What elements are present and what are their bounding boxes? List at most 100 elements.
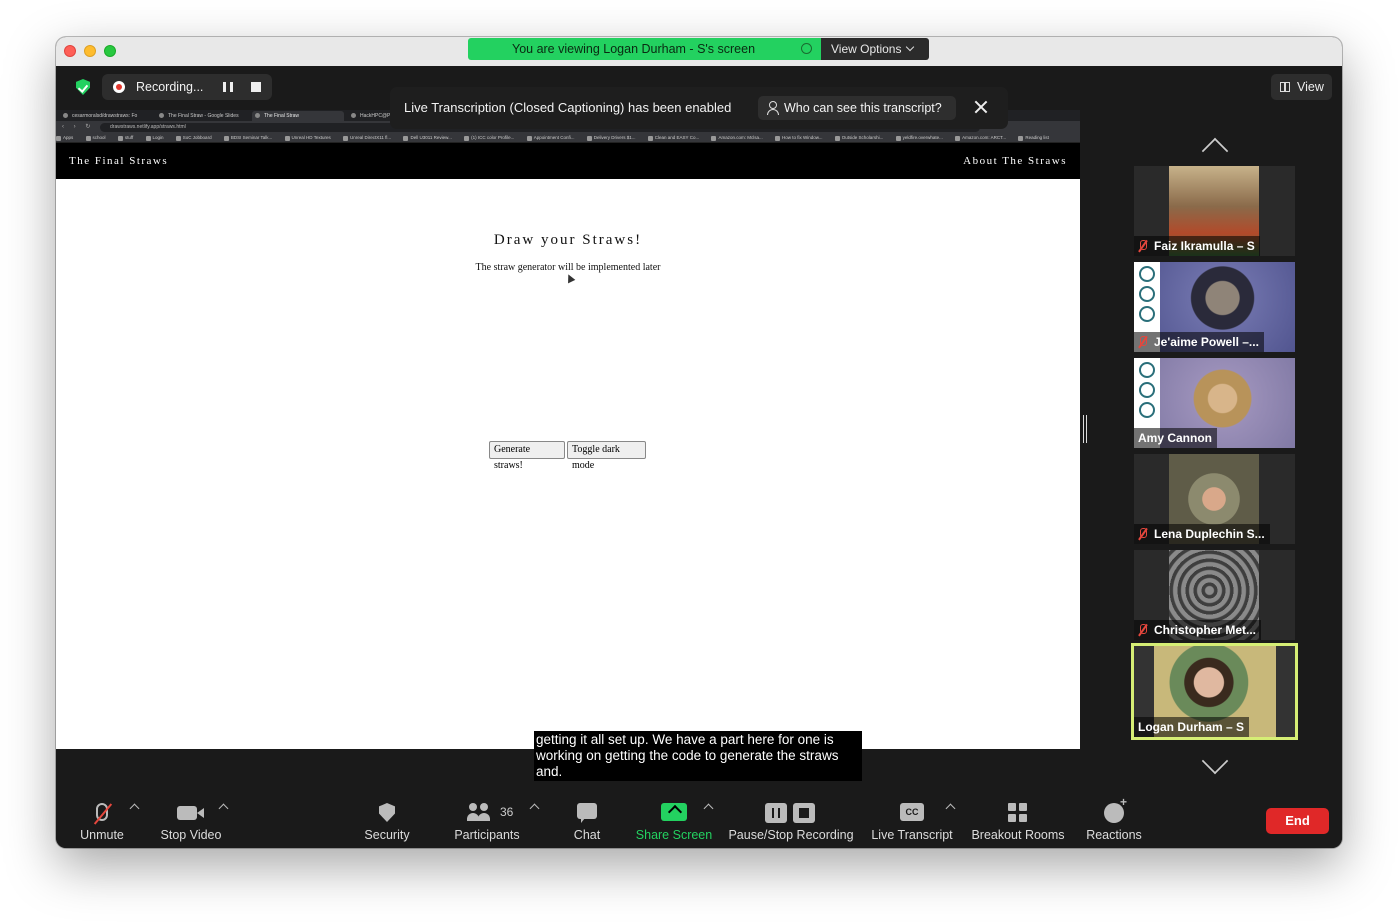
recording-label: Recording...: [136, 80, 204, 94]
participant-name-bar: Faiz Ikramulla – S: [1134, 236, 1260, 256]
reactions-button[interactable]: Reactions: [1083, 795, 1145, 848]
security-label: Security: [364, 828, 410, 842]
bookmark-item: Dell U3011 Review...: [403, 133, 452, 142]
browser-tab: cesarmoralsd/drawstraws: Fo: [60, 111, 152, 121]
generate-straws-button: Generate straws!: [489, 441, 565, 471]
participant-name-bar: Christopher Met...: [1134, 620, 1262, 640]
view-options-button[interactable]: View Options: [821, 38, 929, 60]
muted-mic-icon: [1138, 240, 1147, 252]
unmute-label: Unmute: [80, 828, 124, 842]
close-icon[interactable]: [972, 98, 990, 116]
bookmark-item: SoC Jobboard: [175, 133, 212, 142]
audio-options-caret-icon[interactable]: [129, 803, 140, 814]
bookmark-item: How to fix Window...: [775, 133, 823, 142]
participant-tile[interactable]: Je'aime Powell –...: [1134, 262, 1295, 352]
reactions-smiley-icon: [1104, 795, 1127, 823]
live-caption: getting it all set up. We have a part he…: [534, 731, 862, 781]
encryption-shield-icon[interactable]: [76, 79, 90, 95]
participants-caret-icon[interactable]: [529, 803, 540, 814]
security-shield-icon: [379, 803, 395, 822]
bookmark-item: Amazon.com: Mclsa...: [711, 133, 763, 142]
share-screen-arrow-icon: [661, 803, 687, 821]
share-screen-label: Share Screen: [635, 828, 713, 842]
muted-mic-icon: [1138, 336, 1147, 348]
participant-tile-active-speaker[interactable]: Logan Durham – S: [1131, 643, 1298, 740]
bookmark-item: Unreal DirectX11 fl...: [343, 133, 391, 142]
participant-tile[interactable]: Faiz Ikramulla – S: [1134, 166, 1295, 256]
bookmark-item: BDSI Seminar Talk...: [223, 133, 272, 142]
stop-recording-icon[interactable]: [251, 82, 261, 92]
closed-caption-icon: CC: [900, 803, 924, 821]
viewing-screen-banner: You are viewing Logan Durham - S's scree…: [468, 38, 821, 60]
pause-stop-recording-label: Pause/Stop Recording: [728, 828, 854, 842]
participants-label: Participants: [454, 828, 520, 842]
status-circle-icon: [801, 43, 812, 54]
site-brand: The Final Straws: [69, 155, 169, 167]
stop-video-button[interactable]: Stop Video: [156, 795, 226, 848]
breakout-rooms-label: Breakout Rooms: [971, 828, 1065, 842]
muted-mic-icon: [96, 803, 108, 821]
zoom-window-button[interactable]: [104, 45, 116, 57]
participant-name: Faiz Ikramulla – S: [1154, 239, 1255, 253]
resize-handle[interactable]: [1083, 415, 1087, 443]
bookmark-item: Outside Scholarshi...: [834, 133, 883, 142]
unmute-button[interactable]: Unmute: [74, 795, 130, 848]
pause-stop-icon: [765, 803, 817, 823]
muted-mic-icon: [1138, 528, 1147, 540]
who-can-see-button[interactable]: Who can see this transcript?: [758, 96, 956, 120]
bookmark-item: Apps: [56, 133, 73, 142]
transcription-message: Live Transcription (Closed Captioning) h…: [404, 100, 732, 115]
browser-nav-icons: ‹ › ↻: [62, 124, 95, 130]
recording-dot-icon: [113, 81, 125, 93]
participant-tile[interactable]: Lena Duplechin S...: [1134, 454, 1295, 544]
title-bar: You are viewing Logan Durham - S's scree…: [56, 37, 1342, 66]
end-meeting-button[interactable]: End: [1266, 808, 1329, 834]
participant-tile[interactable]: Amy Cannon: [1134, 358, 1295, 448]
chat-label: Chat: [573, 828, 601, 842]
participant-name-bar: Amy Cannon: [1134, 428, 1218, 448]
chevron-down-icon[interactable]: [1201, 747, 1229, 775]
participant-name: Lena Duplechin S...: [1154, 527, 1265, 541]
pause-stop-recording-button[interactable]: Pause/Stop Recording: [728, 795, 854, 848]
bookmark-item: Clean and EASY Co...: [647, 133, 699, 142]
view-label: View: [1297, 80, 1324, 94]
security-button[interactable]: Security: [356, 795, 418, 848]
toggle-dark-mode-button: Toggle dark mode: [567, 441, 646, 471]
transcription-banner: Live Transcription (Closed Captioning) h…: [390, 87, 1008, 129]
viewing-screen-text: You are viewing Logan Durham - S's scree…: [512, 42, 756, 56]
chat-button[interactable]: Chat: [564, 795, 610, 848]
close-window-button[interactable]: [64, 45, 76, 57]
participant-name: Je'aime Powell –...: [1154, 335, 1259, 349]
participants-icon: [467, 803, 491, 821]
view-layout-button[interactable]: View: [1271, 74, 1332, 100]
bookmark-item: Appointment Confi...: [526, 133, 574, 142]
live-transcript-label: Live Transcript: [871, 828, 953, 842]
participant-name: Logan Durham – S: [1138, 720, 1245, 734]
site-heading: Draw your Straws!: [493, 232, 643, 248]
pause-recording-icon[interactable]: [223, 82, 233, 92]
bookmark-item: Amazon.com: ARCT...: [955, 133, 1006, 142]
participant-name-bar: Lena Duplechin S...: [1134, 524, 1270, 544]
bookmarks-bar: Apps school stuff Login SoC Jobboard BDS…: [56, 133, 1080, 143]
share-screen-button[interactable]: Share Screen: [634, 795, 714, 848]
participants-button[interactable]: 36 Participants: [450, 795, 524, 848]
who-can-see-label: Who can see this transcript?: [784, 101, 942, 115]
chevron-up-icon[interactable]: [1201, 137, 1229, 165]
participant-name-bar: Je'aime Powell –...: [1134, 332, 1264, 352]
live-transcript-button[interactable]: CC Live Transcript: [869, 795, 955, 848]
bookmark-item: Delivery Drivers $1...: [586, 133, 636, 142]
mouse-cursor-icon: [564, 272, 576, 284]
breakout-rooms-button[interactable]: Breakout Rooms: [970, 795, 1066, 848]
browser-tab-active: The Final Straw: [252, 111, 344, 121]
bookmark-item: Login: [145, 133, 164, 142]
shared-screen: cesarmoralsd/drawstraws: Fo The Final St…: [56, 110, 1080, 749]
participant-tile[interactable]: Christopher Met...: [1134, 550, 1295, 640]
participant-name: Christopher Met...: [1154, 623, 1257, 637]
bookmark-item: yeldfire.overwhate...: [895, 133, 943, 142]
bookmark-item: stuff: [117, 133, 133, 142]
minimize-window-button[interactable]: [84, 45, 96, 57]
person-icon: [767, 101, 779, 115]
chat-bubble-icon: [577, 803, 597, 823]
participant-name-bar: Logan Durham – S: [1134, 717, 1250, 737]
bookmark-item: (1) ICC color Profile...: [464, 133, 514, 142]
